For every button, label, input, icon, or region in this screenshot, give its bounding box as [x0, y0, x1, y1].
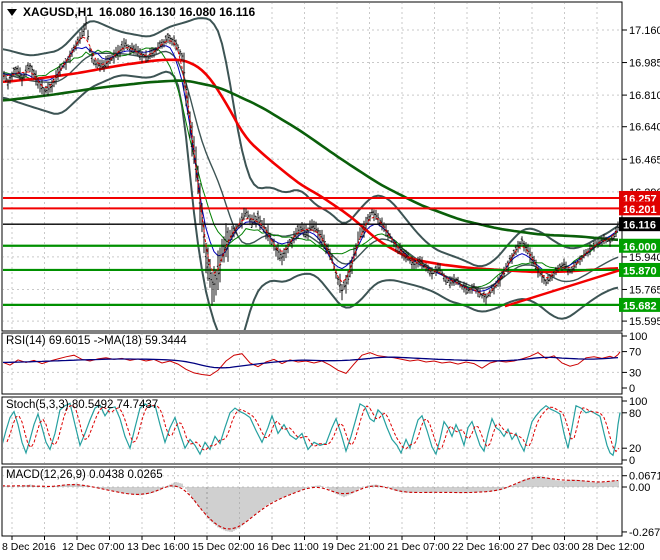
macd-histogram [3, 476, 619, 532]
stoch-axis-label: 80 [629, 408, 641, 420]
rsi-indicator-label: RSI(14) 69.6015 ->MA(18) 59.3444 [6, 335, 187, 347]
rsi-axis-label: 0 [629, 383, 635, 395]
price-axis-label: 16.640 [629, 122, 660, 134]
time-axis-label[interactable]: 21 Dec 07:00 [387, 541, 450, 553]
time-axis-label[interactable]: 15 Dec 02:00 [192, 541, 255, 553]
price-badge-label: 15.682 [623, 300, 657, 312]
price-axis-label: 17.160 [629, 25, 660, 37]
trendline-support[interactable] [504, 268, 622, 308]
rsi-axis-label: 30 [629, 367, 641, 379]
price-badge-label: 16.201 [623, 204, 657, 216]
macd-axis-label: 0.00 [629, 482, 650, 494]
macd-axis-label: 0.0671 [629, 471, 660, 483]
trading-terminal-chart: 17.16016.98516.81016.64016.46516.29015.9… [0, 0, 660, 560]
time-axis-label[interactable]: 12 Dec 07:00 [62, 541, 125, 553]
rsi-axis-label: 70 [629, 347, 641, 359]
price-badge-label: 16.116 [623, 220, 656, 232]
stoch-axis-label: 0 [629, 455, 635, 467]
ohlc-values: 16.080 16.130 16.080 16.116 [99, 5, 256, 19]
price-axis-label: 15.940 [629, 252, 660, 264]
main-price-panel[interactable] [2, 2, 622, 353]
stoch-axis-label: 20 [629, 443, 641, 455]
time-axis-label[interactable]: 27 Dec 03:00 [517, 541, 580, 553]
time-axis-label[interactable]: 28 Dec 12:00 [582, 541, 645, 553]
price-axis-label: 16.985 [629, 58, 660, 70]
time-axis-label[interactable]: 19 Dec 21:00 [322, 541, 385, 553]
rsi-axis-label: 100 [629, 331, 647, 343]
time-axis-label[interactable]: 8 Dec 2016 [2, 541, 56, 553]
stoch-main-line [3, 402, 621, 457]
macd-indicator-label: MACD(12,26,9) 0.0438 0.0265 [6, 469, 163, 481]
ema-thin-blue [3, 45, 619, 292]
symbol-dropdown-icon[interactable] [7, 8, 17, 16]
stoch-indicator-label: Stoch(5,3,3) 80.5492 74.7437 [6, 399, 159, 411]
chart-title: XAGUSD,H1 16.080 16.130 16.080 16.116 [7, 5, 255, 19]
symbol-period-label: XAGUSD,H1 [23, 5, 94, 19]
bollinger-lower [3, 70, 619, 330]
time-axis-label[interactable]: 16 Dec 11:00 [257, 541, 319, 553]
stoch-signal-line [6, 404, 620, 453]
ema-thin-red [3, 36, 619, 296]
candlesticks [3, 16, 620, 306]
price-axis-label: 15.765 [629, 284, 660, 296]
time-axis-label[interactable]: 13 Dec 16:00 [127, 541, 190, 553]
stoch-axis-label: 100 [629, 396, 647, 408]
time-axis-label[interactable]: 22 Dec 16:00 [452, 541, 515, 553]
price-axis-label: 16.465 [629, 154, 660, 166]
price-badge-label: 15.870 [623, 265, 657, 277]
macd-axis-label: -0.2675 [629, 527, 660, 539]
price-badge-label: 16.000 [623, 241, 657, 253]
price-axis-label: 15.595 [629, 316, 660, 328]
main-price-panel-frame [1, 1, 623, 332]
ma-green-thick [3, 79, 619, 242]
price-axis-label: 16.810 [629, 90, 660, 102]
